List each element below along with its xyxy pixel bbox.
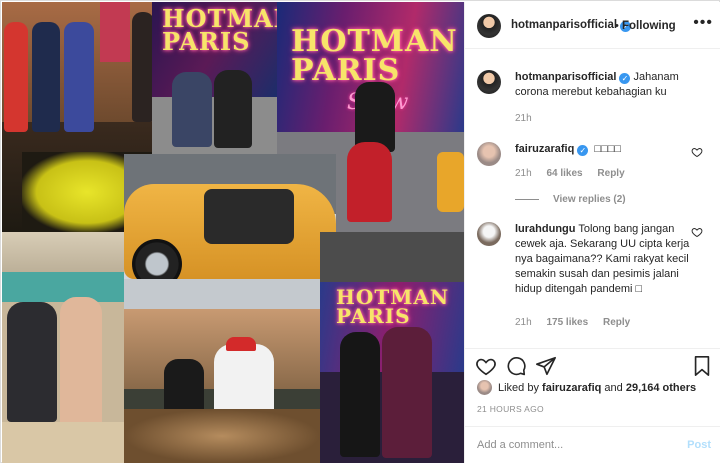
- comment-reply-button[interactable]: Reply: [597, 168, 624, 179]
- separator-dot: •: [615, 20, 619, 32]
- show-logo-small: HOTMAN PARIS: [336, 285, 450, 328]
- collage-tile-show-set: HOTMANPARIS: [152, 2, 277, 154]
- comment-time: 21h: [515, 317, 532, 328]
- comment-row: fairuzarafiq ✓ □□□□ 21h 64 likes Reply Vi…: [465, 142, 720, 212]
- more-options-icon[interactable]: •••: [693, 14, 713, 32]
- heart-icon[interactable]: [475, 355, 497, 377]
- replies-divider: [515, 198, 539, 200]
- comment-time: 21h: [515, 168, 532, 179]
- liked-by-line: Liked by fairuzarafiq and 29,164 others: [477, 380, 696, 395]
- collage-tile-car: [124, 154, 336, 309]
- comment-like-heart-icon[interactable]: [691, 146, 703, 158]
- view-replies-button[interactable]: View replies (2): [515, 194, 626, 205]
- add-comment-bar: Add a comment... Post: [465, 426, 720, 463]
- verified-badge-icon: ✓: [577, 145, 589, 156]
- comment-likes[interactable]: 64 likes: [546, 168, 582, 179]
- post-action-bar: [465, 348, 720, 382]
- liked-by-user[interactable]: fairuzarafiq: [542, 382, 601, 394]
- comment-row: lurahdungu Tolong bang jangan cewek aja.…: [465, 222, 720, 342]
- caption-time: 21h: [515, 113, 532, 124]
- instagram-post-modal: HOTMANPARIS HOTMANPARIS Show: [0, 0, 720, 463]
- post-timestamp[interactable]: 21 HOURS AGO: [477, 404, 544, 414]
- bookmark-icon[interactable]: [691, 355, 713, 377]
- caption-avatar[interactable]: [477, 70, 501, 94]
- collage-tile-beach: [2, 232, 124, 463]
- comment-username[interactable]: fairuzarafiq: [515, 143, 574, 155]
- following-button[interactable]: Following: [622, 20, 676, 32]
- add-comment-input[interactable]: Add a comment...: [477, 439, 563, 451]
- comment-reply-button[interactable]: Reply: [603, 317, 630, 328]
- comment-avatar[interactable]: [477, 142, 501, 166]
- author-avatar[interactable]: [477, 14, 501, 38]
- liker-avatar[interactable]: [477, 380, 492, 395]
- post-header: hotmanparisofficial ✓ • Following •••: [465, 2, 720, 49]
- liked-by-prefix: Liked by: [498, 382, 539, 394]
- share-icon[interactable]: [535, 355, 557, 377]
- likes-count-button[interactable]: 29,164 others: [626, 382, 696, 394]
- post-photo-collage[interactable]: HOTMANPARIS HOTMANPARIS Show: [2, 2, 464, 463]
- verified-badge-icon: ✓: [619, 73, 631, 84]
- liked-by-and: and: [604, 382, 623, 394]
- author-username[interactable]: hotmanparisofficial: [511, 19, 617, 31]
- caption-username[interactable]: hotmanparisofficial: [515, 71, 616, 83]
- post-side-panel: hotmanparisofficial ✓ • Following ••• hot…: [464, 2, 720, 463]
- collage-tile-nest: [124, 309, 320, 463]
- comment-like-heart-icon[interactable]: [691, 226, 703, 238]
- comment-likes[interactable]: 175 likes: [546, 317, 588, 328]
- comment-avatar[interactable]: [477, 222, 501, 246]
- comments-list: hotmanparisofficial ✓ Jahanam corona mere…: [465, 50, 720, 346]
- post-comment-button[interactable]: Post: [687, 439, 711, 451]
- view-replies-label: View replies (2): [553, 194, 626, 205]
- show-logo: HOTMANPARIS: [162, 4, 277, 56]
- collage-tile-stage-2: HOTMAN PARIS: [320, 232, 464, 463]
- show-logo-large: HOTMAN PARIS: [291, 24, 458, 88]
- comment-text: □□□□: [594, 143, 621, 155]
- comment-icon[interactable]: [505, 355, 527, 377]
- comment-username[interactable]: lurahdungu: [515, 223, 576, 235]
- caption-row: hotmanparisofficial ✓ Jahanam corona mere…: [465, 70, 720, 126]
